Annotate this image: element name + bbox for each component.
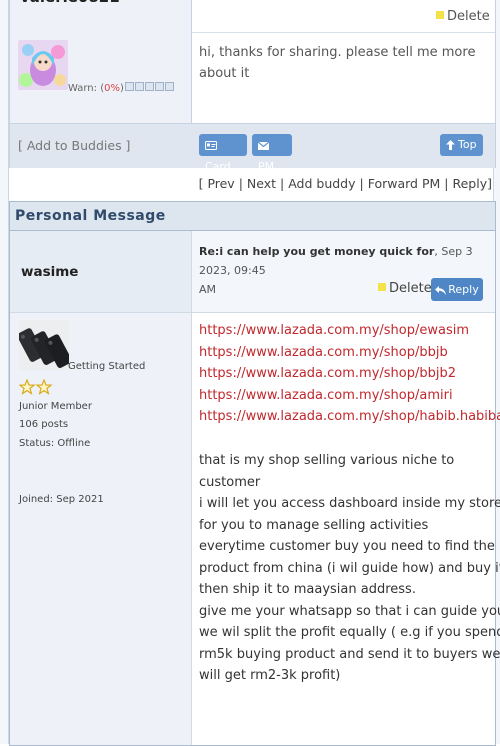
previous-post-message: hi, thanks for sharing. please tell me m…	[199, 45, 476, 81]
message-line: customer	[199, 474, 261, 490]
previous-post-footer: [ Add to Buddies ] Card PM Top	[10, 123, 495, 173]
reply-button[interactable]: Reply	[431, 278, 483, 301]
warn-percent: 0%	[104, 83, 120, 94]
shop-link[interactable]: https://www.lazada.com.my/shop/bbjb2	[199, 363, 500, 385]
arrow-up-icon	[446, 140, 455, 150]
rank-stars	[18, 378, 53, 399]
add-to-buddies-link[interactable]: [ Add to Buddies ]	[18, 138, 130, 153]
previous-post-username[interactable]: valerie0821	[20, 0, 120, 6]
card-icon	[205, 141, 217, 150]
reply-label: Reply	[448, 283, 479, 296]
previous-post: valerie0821 AM Delete Warn: (0%) hi, tha…	[9, 0, 496, 173]
delete-label: Delete	[447, 9, 490, 24]
separator: |	[359, 176, 364, 191]
warn-box-icon	[124, 82, 134, 91]
divider	[191, 231, 192, 745]
separator: |	[238, 176, 243, 191]
rank-title: Getting Started	[68, 361, 146, 372]
message-line: give me your whatsapp so that i can guid…	[199, 603, 500, 619]
warn-box-icon	[154, 82, 164, 91]
post-count: 106 posts	[19, 419, 69, 430]
page-left-edge	[0, 0, 9, 744]
delete-icon	[378, 283, 386, 291]
star-icon	[35, 378, 53, 395]
divider	[191, 0, 192, 123]
message-line: everytime customer buy you need to find …	[199, 539, 495, 554]
warn-close: )	[119, 83, 124, 94]
delete-button[interactable]: Delete	[378, 281, 432, 296]
reply-icon	[435, 286, 447, 295]
divider	[10, 312, 495, 313]
section-header: Personal Message	[10, 202, 495, 231]
personal-message: Personal Message wasime Re:i can help yo…	[9, 201, 500, 746]
bracket: ]	[487, 176, 492, 191]
warn-label: Warn: (	[68, 83, 105, 94]
pm-navigation: [ Prev | Next | Add buddy | Forward PM |…	[199, 176, 492, 191]
previous-post-delete-button[interactable]: Delete	[436, 9, 490, 24]
section-title: Personal Message	[15, 208, 166, 224]
warn-box-icon	[144, 82, 154, 91]
next-link[interactable]: Next	[247, 176, 276, 191]
message-line: rm5k buying product and send it to buyer…	[199, 646, 500, 662]
shop-links: https://www.lazada.com.my/shop/ewasim ht…	[199, 320, 500, 428]
forward-pm-link[interactable]: Forward PM	[368, 176, 441, 191]
reply-link[interactable]: Reply	[452, 176, 487, 191]
avatar[interactable]	[18, 40, 68, 90]
warn-box-icon	[164, 82, 174, 91]
avatar[interactable]	[19, 320, 69, 370]
bracket: [	[198, 176, 204, 191]
shop-link[interactable]: https://www.lazada.com.my/shop/amiri	[199, 385, 500, 407]
card-button[interactable]: Card	[199, 134, 247, 173]
shop-link[interactable]: https://www.lazada.com.my/shop/ewasim	[199, 320, 500, 342]
shop-link[interactable]: https://www.lazada.com.my/shop/habib.hab…	[199, 406, 500, 428]
message-line: that is my shop selling various niche to	[199, 453, 455, 468]
pm-button[interactable]: PM	[252, 134, 292, 173]
card-label: Card	[205, 160, 231, 173]
delete-icon	[436, 11, 444, 19]
sender-username[interactable]: wasime	[21, 264, 78, 280]
online-status: Status: Offline	[19, 438, 91, 449]
message-line: we wil split the profit equally ( e.g if…	[199, 625, 500, 640]
shop-link[interactable]: https://www.lazada.com.my/shop/bbjb	[199, 342, 500, 364]
top-label: Top	[458, 138, 477, 151]
join-date: Joined: Sep 2021	[19, 494, 104, 505]
top-button[interactable]: Top	[440, 134, 483, 156]
add-buddy-link[interactable]: Add buddy	[288, 176, 355, 191]
star-icon	[18, 378, 36, 395]
message-body: that is my shop selling various niche to…	[199, 450, 500, 687]
separator: |	[444, 176, 449, 191]
message-line: then ship it to maaysian address.	[199, 582, 416, 597]
message-line: for you to manage selling activities	[199, 517, 429, 533]
prev-link[interactable]: Prev	[207, 176, 234, 191]
previous-post-time: AM	[200, 0, 217, 3]
warn-level: Warn: (0%)	[68, 82, 174, 94]
warn-box-icon	[134, 82, 144, 91]
member-group: Junior Member	[19, 401, 92, 412]
divider	[192, 32, 495, 33]
subject-text: Re:i can help you get money quick for	[199, 245, 435, 258]
envelope-icon	[257, 141, 270, 150]
delete-label: Delete	[389, 281, 432, 296]
message-line: i will let you access dashboard inside m…	[199, 496, 500, 511]
message-line: product from china (i wil guide how) and…	[199, 560, 500, 576]
pm-label: PM	[258, 160, 275, 173]
message-line: will get rm2-3k profit)	[199, 668, 341, 683]
separator: |	[280, 176, 285, 191]
message-time-suffix: AM	[199, 283, 217, 296]
